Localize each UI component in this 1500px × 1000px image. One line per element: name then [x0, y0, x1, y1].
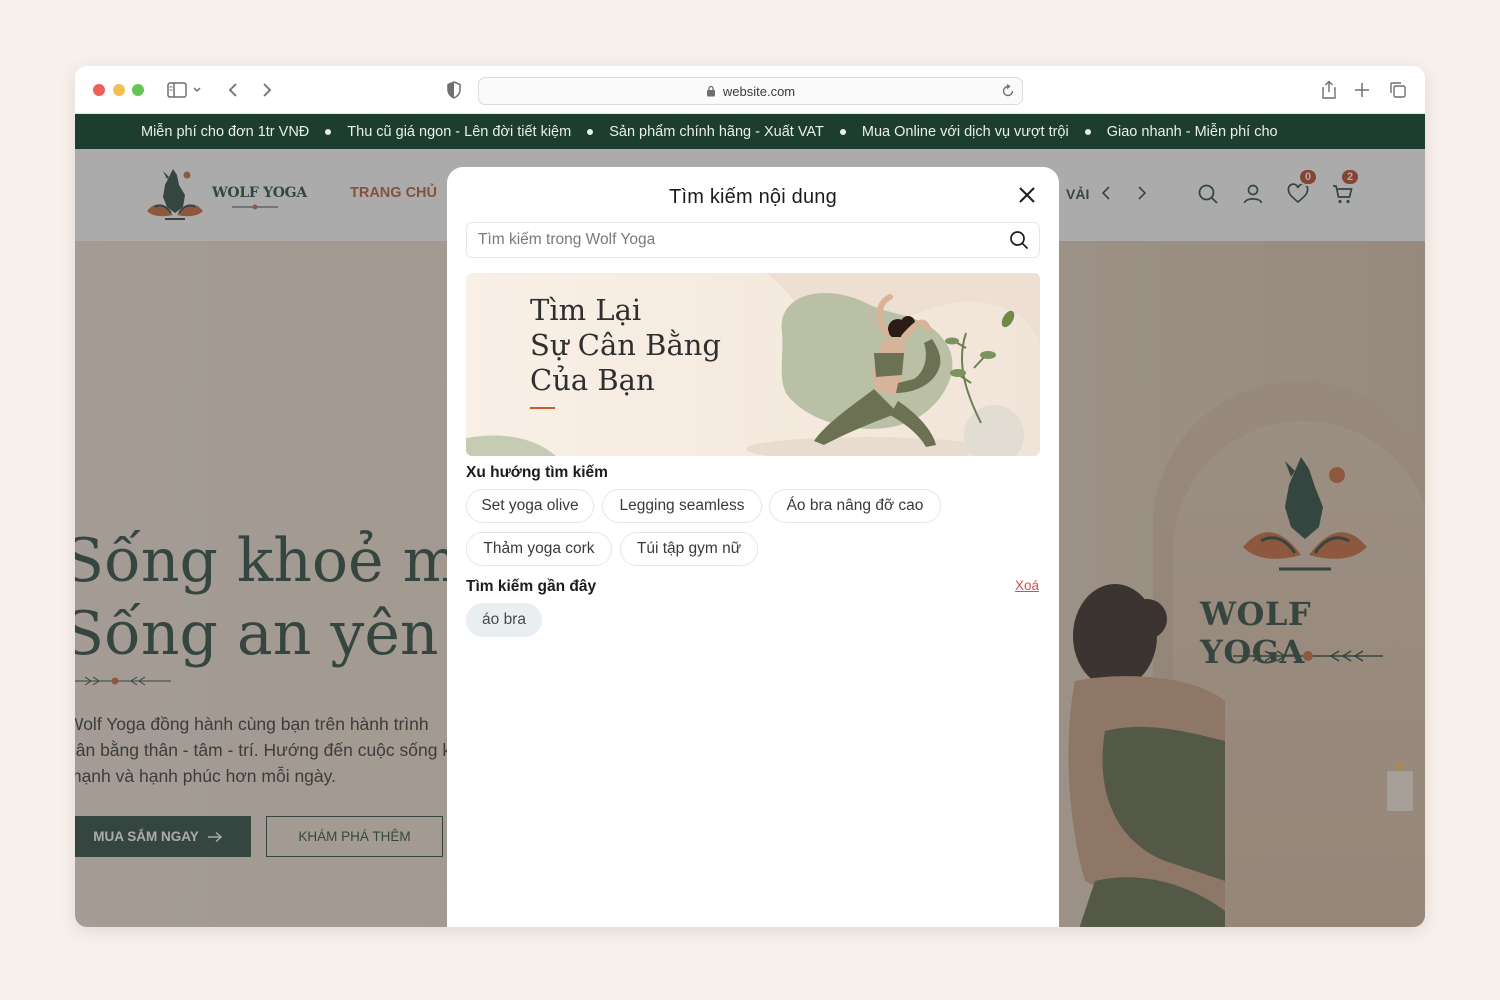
shield-icon[interactable] [442, 78, 466, 102]
search-input[interactable] [467, 223, 997, 257]
sidebar-toggle-icon[interactable] [165, 78, 189, 102]
trending-heading: Xu hướng tìm kiếm [466, 464, 608, 481]
bullet-icon [1084, 128, 1091, 135]
promo-banner[interactable]: Tìm Lại Sự Cân Bằng Của Bạn [466, 273, 1040, 456]
banner-line: Sự Cân Bằng [530, 328, 721, 362]
ticker-item: Mua Online với dịch vụ vượt trội [861, 123, 1069, 140]
ticker-item: Giao nhanh - Miễn phí cho [1106, 123, 1278, 140]
ticker-item: Thu cũ giá ngon - Lên đời tiết kiệm [347, 123, 572, 140]
bullet-icon [839, 128, 846, 135]
url-text: website.com [722, 83, 796, 99]
browser-toolbar: website.com [75, 66, 1425, 114]
forward-icon[interactable] [255, 78, 279, 102]
web-page: Miễn phí cho đơn 1tr VNĐ Thu cũ giá ngon… [75, 114, 1425, 927]
recent-heading: Tìm kiếm gần đây [466, 578, 597, 595]
maximize-window-button[interactable] [132, 84, 144, 96]
banner-line: Của Bạn [530, 363, 655, 397]
banner-accent-line [530, 407, 555, 409]
reload-icon[interactable] [1000, 83, 1016, 99]
search-field [466, 222, 1040, 258]
modal-backdrop[interactable]: Tìm kiếm nội dung Tìm kiếm trong Wolf Yo… [75, 149, 1425, 927]
browser-window: website.com Miễn phí cho đơn 1tr VNĐ Thu… [75, 66, 1425, 927]
search-modal: Tìm kiếm nội dung Tìm kiếm trong Wolf Yo… [447, 167, 1059, 927]
trending-chip[interactable]: Túi tập gym nữ [620, 532, 758, 566]
ticker-item: Sản phẩm chính hãng - Xuất VAT [609, 123, 824, 140]
back-icon[interactable] [221, 78, 245, 102]
trending-chip[interactable]: Thảm yoga cork [466, 532, 612, 566]
new-tab-icon[interactable] [1350, 78, 1374, 102]
trending-chip[interactable]: Legging seamless [602, 489, 762, 523]
ticker-item: Miễn phí cho đơn 1tr VNĐ [141, 123, 310, 140]
trending-chip[interactable]: Set yoga olive [466, 489, 594, 523]
promo-ticker: Miễn phí cho đơn 1tr VNĐ Thu cũ giá ngon… [75, 114, 1425, 149]
address-bar[interactable]: website.com [478, 77, 1023, 105]
chevron-down-icon[interactable] [189, 78, 205, 102]
modal-title: Tìm kiếm nội dung [669, 186, 837, 208]
trending-chip[interactable]: Áo bra nâng đỡ cao [769, 489, 941, 523]
share-icon[interactable] [1317, 78, 1341, 102]
bullet-icon [587, 128, 594, 135]
recent-chip[interactable]: áo bra [466, 603, 542, 637]
search-icon[interactable] [1009, 230, 1029, 250]
banner-line: Tìm Lại [530, 293, 642, 327]
tabs-overview-icon[interactable] [1386, 78, 1410, 102]
minimize-window-button[interactable] [113, 84, 125, 96]
close-icon[interactable] [1017, 185, 1037, 205]
bullet-icon [325, 128, 332, 135]
close-window-button[interactable] [93, 84, 105, 96]
banner-headline: Tìm Lại Sự Cân Bằng Của Bạn [530, 293, 721, 398]
lock-icon [706, 85, 718, 97]
clear-recent-link[interactable]: Xoá [1015, 578, 1039, 593]
